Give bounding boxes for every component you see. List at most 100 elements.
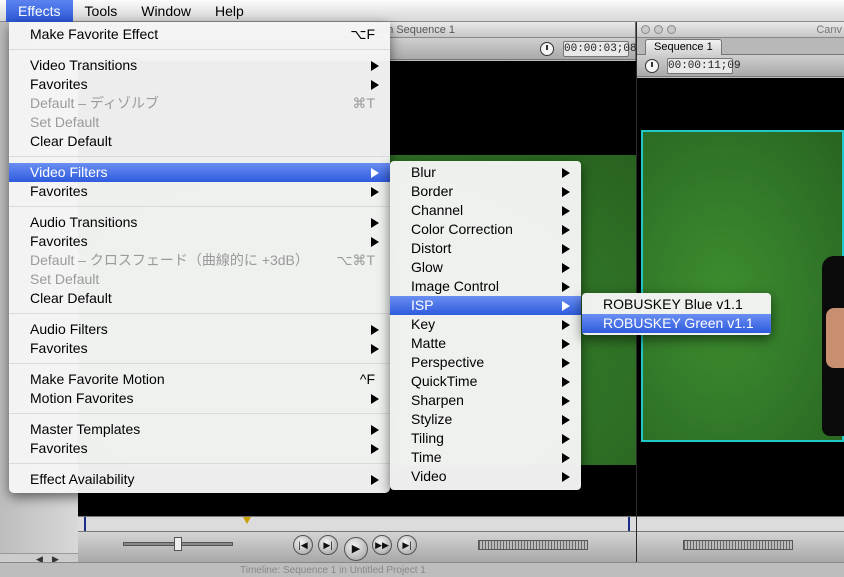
canvas-jog-wheel[interactable] xyxy=(683,540,793,550)
effects-menu: Make Favorite Effect ⌥F Video Transition… xyxy=(9,22,390,493)
out-point-marker xyxy=(628,517,630,531)
submenu-arrow-icon xyxy=(371,237,379,247)
close-icon[interactable] xyxy=(641,25,650,34)
menu-item-label: Perspective xyxy=(411,354,485,370)
submenu-item-blur[interactable]: Blur xyxy=(390,163,581,182)
menu-separator xyxy=(9,458,390,470)
canvas-title-text: Canv xyxy=(816,24,842,36)
audio-clear-default-item[interactable]: Clear Default xyxy=(9,289,390,308)
play-in-out-button[interactable]: ▶| xyxy=(318,535,338,555)
prev-edit-button[interactable]: |◀ xyxy=(293,535,313,555)
menu-item-label: Master Templates xyxy=(30,421,141,437)
submenu-arrow-icon xyxy=(562,358,570,368)
submenu-item-time[interactable]: Time xyxy=(390,448,581,467)
submenu-arrow-icon xyxy=(371,344,379,354)
menu-item-label: Clear Default xyxy=(30,290,112,306)
canvas-tabbar: Sequence 1 xyxy=(637,38,844,55)
submenu-item-glow[interactable]: Glow xyxy=(390,258,581,277)
audio-filters-item[interactable]: Audio Filters xyxy=(9,320,390,339)
menu-item-label: Default – ディゾルブ xyxy=(30,95,159,111)
video-transitions-item[interactable]: Video Transitions xyxy=(9,56,390,75)
playhead-icon[interactable] xyxy=(243,517,251,524)
submenu-arrow-icon xyxy=(371,80,379,90)
submenu-item-perspective[interactable]: Perspective xyxy=(390,353,581,372)
menu-separator xyxy=(9,308,390,320)
submenu-arrow-icon xyxy=(371,168,379,178)
video-filters-item[interactable]: Video Filters xyxy=(9,163,390,182)
viewer-scrubber[interactable] xyxy=(78,516,636,532)
audio-transitions-favorites-item[interactable]: Favorites xyxy=(9,232,390,251)
menu-item-label: ROBUSKEY Green v1.1 xyxy=(603,315,754,331)
menu-item-label: Favorites xyxy=(30,76,88,92)
audio-transitions-item[interactable]: Audio Transitions xyxy=(9,213,390,232)
shortcut-label: ^F xyxy=(359,371,375,387)
submenu-item-distort[interactable]: Distort xyxy=(390,239,581,258)
submenu-item-matte[interactable]: Matte xyxy=(390,334,581,353)
effect-availability-item[interactable]: Effect Availability xyxy=(9,470,390,489)
menu-separator xyxy=(9,44,390,56)
submenu-item-stylize[interactable]: Stylize xyxy=(390,410,581,429)
video-filters-submenu: Blur Border Channel Color Correction Distort… xyxy=(390,161,581,490)
submenu-arrow-icon xyxy=(371,187,379,197)
menu-item-label: Video Transitions xyxy=(30,57,138,73)
next-edit-button[interactable]: ▶| xyxy=(397,535,417,555)
menu-item-label: Make Favorite Motion xyxy=(30,371,165,387)
video-filters-favorites-item[interactable]: Favorites xyxy=(9,182,390,201)
menu-item-label: QuickTime xyxy=(411,373,478,389)
make-favorite-effect-item[interactable]: Make Favorite Effect ⌥F xyxy=(9,25,390,44)
menu-separator xyxy=(9,408,390,420)
jog-wheel[interactable] xyxy=(478,540,588,550)
menu-effects[interactable]: Effects xyxy=(6,0,73,22)
submenu-item-video[interactable]: Video xyxy=(390,467,581,486)
minimize-icon[interactable] xyxy=(654,25,663,34)
submenu-arrow-icon xyxy=(562,168,570,178)
submenu-item-image-control[interactable]: Image Control xyxy=(390,277,581,296)
menu-item-label: Matte xyxy=(411,335,447,351)
menu-item-label: Motion Favorites xyxy=(30,390,134,406)
video-clear-default-item[interactable]: Clear Default xyxy=(9,132,390,151)
menu-item-label: Blur xyxy=(411,164,436,180)
submenu-item-tiling[interactable]: Tiling xyxy=(390,429,581,448)
menu-item-label: Tiling xyxy=(411,430,444,446)
submenu-arrow-icon xyxy=(562,263,570,273)
master-templates-favorites-item[interactable]: Favorites xyxy=(9,439,390,458)
submenu-item-robuskey-green-v1-1[interactable]: ROBUSKEY Green v1.1 xyxy=(582,314,771,333)
canvas-transport xyxy=(637,532,844,562)
submenu-arrow-icon xyxy=(562,206,570,216)
submenu-item-color-correction[interactable]: Color Correction xyxy=(390,220,581,239)
submenu-item-isp[interactable]: ISP xyxy=(390,296,581,315)
submenu-item-sharpen[interactable]: Sharpen xyxy=(390,391,581,410)
zoom-icon[interactable] xyxy=(667,25,676,34)
audio-filters-favorites-item[interactable]: Favorites xyxy=(9,339,390,358)
viewer-timecode[interactable]: 00:00:03;08 xyxy=(563,41,637,57)
menu-window[interactable]: Window xyxy=(129,0,203,22)
motion-favorites-item[interactable]: Motion Favorites xyxy=(9,389,390,408)
canvas-scrubber[interactable] xyxy=(637,516,844,532)
menu-item-label: Key xyxy=(411,316,436,332)
menu-item-label: Favorites xyxy=(30,233,88,249)
canvas-timecode[interactable]: 00:00:11;09 xyxy=(667,58,741,74)
master-templates-item[interactable]: Master Templates xyxy=(9,420,390,439)
menu-tools[interactable]: Tools xyxy=(73,0,130,22)
menu-item-label: Favorites xyxy=(30,183,88,199)
menu-item-label: Channel xyxy=(411,202,464,218)
menu-bar: Effects Tools Window Help xyxy=(0,0,844,22)
video-transitions-favorites-item[interactable]: Favorites xyxy=(9,75,390,94)
menu-item-label: Audio Filters xyxy=(30,321,108,337)
canvas-green-screen xyxy=(641,130,844,442)
submenu-item-key[interactable]: Key xyxy=(390,315,581,334)
shuttle-slider-thumb[interactable] xyxy=(174,537,182,551)
submenu-item-channel[interactable]: Channel xyxy=(390,201,581,220)
submenu-item-quicktime[interactable]: QuickTime xyxy=(390,372,581,391)
submenu-item-robuskey-blue-v1-1[interactable]: ROBUSKEY Blue v1.1 xyxy=(582,295,771,314)
make-favorite-motion-item[interactable]: Make Favorite Motion ^F xyxy=(9,370,390,389)
menu-help[interactable]: Help xyxy=(203,0,256,22)
isp-submenu: ROBUSKEY Blue v1.1 ROBUSKEY Green v1.1 xyxy=(582,293,771,335)
submenu-item-border[interactable]: Border xyxy=(390,182,581,201)
play-around-button[interactable]: ▶▶ xyxy=(372,535,392,555)
menu-item-label: Favorites xyxy=(30,440,88,456)
menu-item-label: Effect Availability xyxy=(30,471,135,487)
play-button[interactable]: ▶ xyxy=(344,537,368,561)
tab-sequence-1[interactable]: Sequence 1 xyxy=(645,39,722,55)
menu-item-label: Video Filters xyxy=(30,164,108,180)
